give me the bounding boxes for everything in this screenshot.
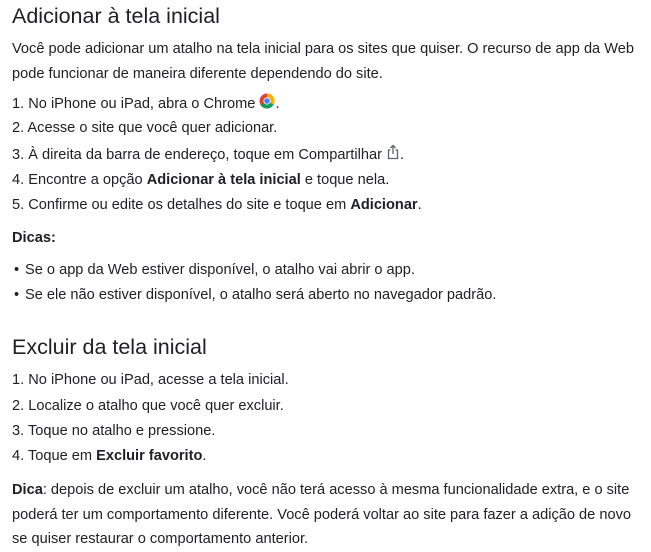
help-article: Adicionar à tela inicial Você pode adici… bbox=[0, 0, 651, 547]
tip-line-1: Dica: depois de excluir um atalho, você … bbox=[12, 478, 644, 503]
step-text: À direita da barra de endereço, toque em… bbox=[28, 146, 382, 163]
step-text: Toque em bbox=[27, 448, 97, 464]
section-title-remove-home: Excluir da tela inicial bbox=[12, 335, 207, 359]
share-icon bbox=[386, 144, 400, 166]
step-bold: Excluir favorito bbox=[96, 448, 203, 464]
step-number: 2. bbox=[12, 398, 25, 414]
tip-item-1: • Se o app da Web estiver disponível, o a… bbox=[14, 260, 415, 280]
step-text-end: e toque nela. bbox=[300, 172, 390, 188]
step-text: Encontre a opção bbox=[28, 172, 147, 188]
chrome-icon bbox=[259, 93, 275, 115]
step-number: 1. bbox=[12, 372, 25, 388]
bullet-dot: • bbox=[14, 287, 20, 303]
remove-step-4: 4. Toque em Excluir favorito. bbox=[12, 446, 206, 466]
section-title-add-home: Adicionar à tela inicial bbox=[12, 4, 220, 28]
step-text-end: . bbox=[202, 448, 207, 464]
step-number: 2. bbox=[12, 120, 25, 136]
tip-paragraph: Dica: depois de excluir um atalho, você … bbox=[12, 478, 644, 552]
tips-heading: Dicas: bbox=[12, 230, 56, 246]
tip-text: Se o app da Web estiver disponível, o at… bbox=[25, 262, 415, 278]
add-step-3: 3. À direita da barra de endereço, toque… bbox=[12, 144, 404, 166]
tip-text: : depois de excluir um atalho, você não … bbox=[42, 482, 630, 498]
step-text: Localize o atalho que você quer excluir. bbox=[28, 398, 284, 414]
add-step-2: 2. Acesse o site que você quer adicionar… bbox=[12, 118, 277, 138]
step-text: Acesse o site que você quer adicionar. bbox=[27, 120, 278, 136]
step-text: Toque no atalho e pressione. bbox=[27, 423, 216, 439]
step-number: 3. bbox=[12, 423, 25, 439]
step-number: 5. bbox=[12, 197, 25, 213]
intro-line-2: pode funcionar de maneira diferente depe… bbox=[12, 65, 383, 82]
remove-step-2: 2. Localize o atalho que você quer exclu… bbox=[12, 396, 284, 416]
add-step-5: 5. Confirme ou edite os detalhes do site… bbox=[12, 195, 422, 215]
step-text: No iPhone ou iPad, acesse a tela inicial… bbox=[28, 372, 289, 388]
step-text: No iPhone ou iPad, abra o Chrome bbox=[28, 95, 256, 112]
step-number: 1. bbox=[12, 95, 25, 112]
tips-label: Dicas: bbox=[12, 228, 56, 248]
step-end: . bbox=[275, 95, 280, 112]
tip-line-2: poderá ter um comportamento diferente. V… bbox=[12, 506, 631, 523]
step-number: 4. bbox=[12, 448, 25, 464]
intro-line-1: Você pode adicionar um atalho na tela in… bbox=[12, 41, 634, 57]
tip-line-3: se quiser restaurar o comportamento ante… bbox=[12, 531, 309, 547]
step-number: 4. bbox=[12, 172, 25, 188]
step-text: Confirme ou edite os detalhes do site e … bbox=[28, 197, 351, 213]
add-step-1: 1. No iPhone ou iPad, abra o Chrome . bbox=[12, 93, 280, 115]
step-end: . bbox=[400, 146, 405, 163]
step-bold: Adicionar à tela inicial bbox=[146, 172, 301, 188]
tip-item-2: • Se ele não estiver disponível, o atalho… bbox=[14, 285, 496, 305]
tip-label: Dica bbox=[12, 482, 43, 498]
intro-paragraph: Você pode adicionar um atalho na tela in… bbox=[12, 37, 644, 86]
remove-step-3: 3. Toque no atalho e pressione. bbox=[12, 421, 215, 441]
bullet-dot: • bbox=[14, 262, 20, 278]
step-text-end: . bbox=[417, 197, 422, 213]
add-step-4: 4. Encontre a opção Adicionar à tela ini… bbox=[12, 170, 389, 190]
tip-text: Se ele não estiver disponível, o atalho … bbox=[25, 287, 497, 303]
step-number: 3. bbox=[12, 146, 25, 163]
remove-step-1: 1. No iPhone ou iPad, acesse a tela inic… bbox=[12, 370, 289, 390]
step-bold: Adicionar bbox=[350, 197, 418, 213]
